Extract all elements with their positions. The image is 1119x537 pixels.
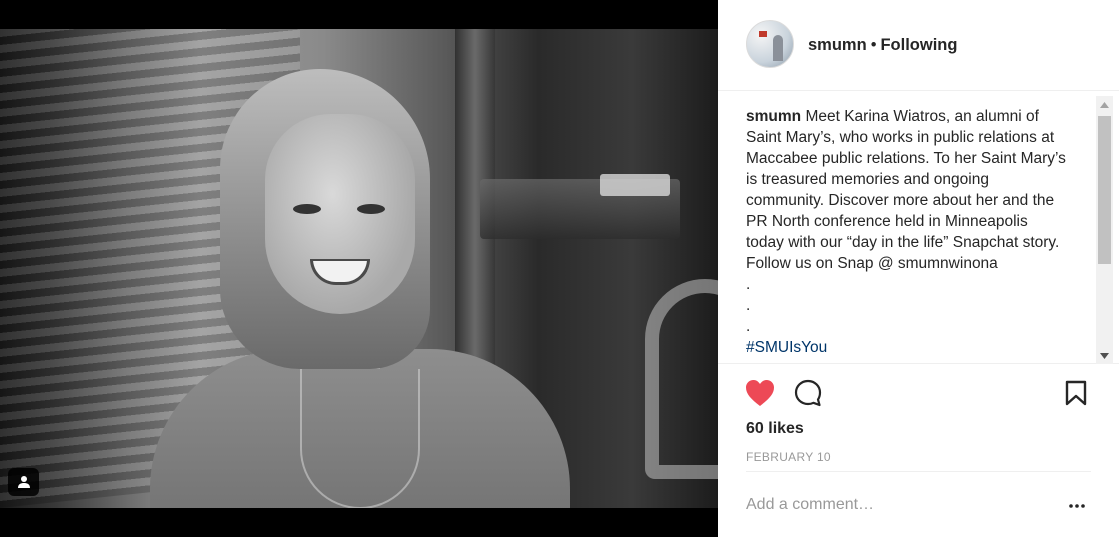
- separator-dot: •: [870, 36, 877, 54]
- photo-background-jukebox: [645, 279, 718, 479]
- caption-dot-line: .: [746, 276, 751, 293]
- comment-icon[interactable]: [792, 377, 824, 409]
- subject-necklace: [300, 369, 420, 508]
- user-tag-icon[interactable]: [8, 468, 39, 496]
- scroll-down-arrow-icon[interactable]: [1096, 347, 1113, 364]
- post-photo[interactable]: [0, 29, 718, 508]
- profile-avatar[interactable]: [746, 20, 794, 68]
- scroll-up-arrow-icon[interactable]: [1096, 96, 1113, 113]
- caption-scroll-area[interactable]: smumn Meet Karina Wiatros, an alumni of …: [718, 92, 1119, 364]
- subject-smile: [310, 259, 370, 285]
- bookmark-icon[interactable]: [1060, 377, 1092, 409]
- post-details-panel: smumn • Following smumn Meet Karina Wiatro…: [718, 0, 1119, 537]
- subject-eye-right: [357, 204, 385, 214]
- more-options-icon[interactable]: [1064, 498, 1090, 514]
- subject-eye-left: [293, 204, 321, 214]
- likes-count[interactable]: 60 likes: [746, 420, 804, 438]
- post-caption: smumn Meet Karina Wiatros, an alumni of …: [746, 106, 1066, 358]
- caption-dot-line: .: [746, 318, 751, 335]
- post-actions-bar: [718, 365, 1119, 415]
- comment-input[interactable]: [746, 496, 1046, 514]
- photo-background-lamp: [600, 174, 670, 196]
- post-header: smumn • Following: [718, 0, 1119, 91]
- post-date[interactable]: FEBRUARY 10: [746, 450, 831, 464]
- post-photo-panel: [0, 0, 718, 537]
- hashtag-link[interactable]: #SMUIsYou: [746, 337, 1066, 358]
- subject-face: [265, 114, 415, 314]
- avatar-flag: [759, 31, 767, 37]
- caption-scrollbar[interactable]: [1096, 96, 1113, 364]
- caption-dot-line: .: [746, 297, 751, 314]
- username-link[interactable]: smumn: [808, 36, 867, 54]
- caption-text: Meet Karina Wiatros, an alumni of Saint …: [746, 108, 1066, 272]
- comment-row: [746, 471, 1091, 537]
- following-button[interactable]: Following: [880, 36, 957, 54]
- heart-icon[interactable]: [744, 377, 776, 409]
- avatar-tree: [773, 35, 783, 61]
- photo-subject: [150, 69, 570, 508]
- scrollbar-thumb[interactable]: [1098, 116, 1111, 264]
- caption-username-link[interactable]: smumn: [746, 108, 801, 125]
- post-user-line: smumn • Following: [808, 36, 957, 55]
